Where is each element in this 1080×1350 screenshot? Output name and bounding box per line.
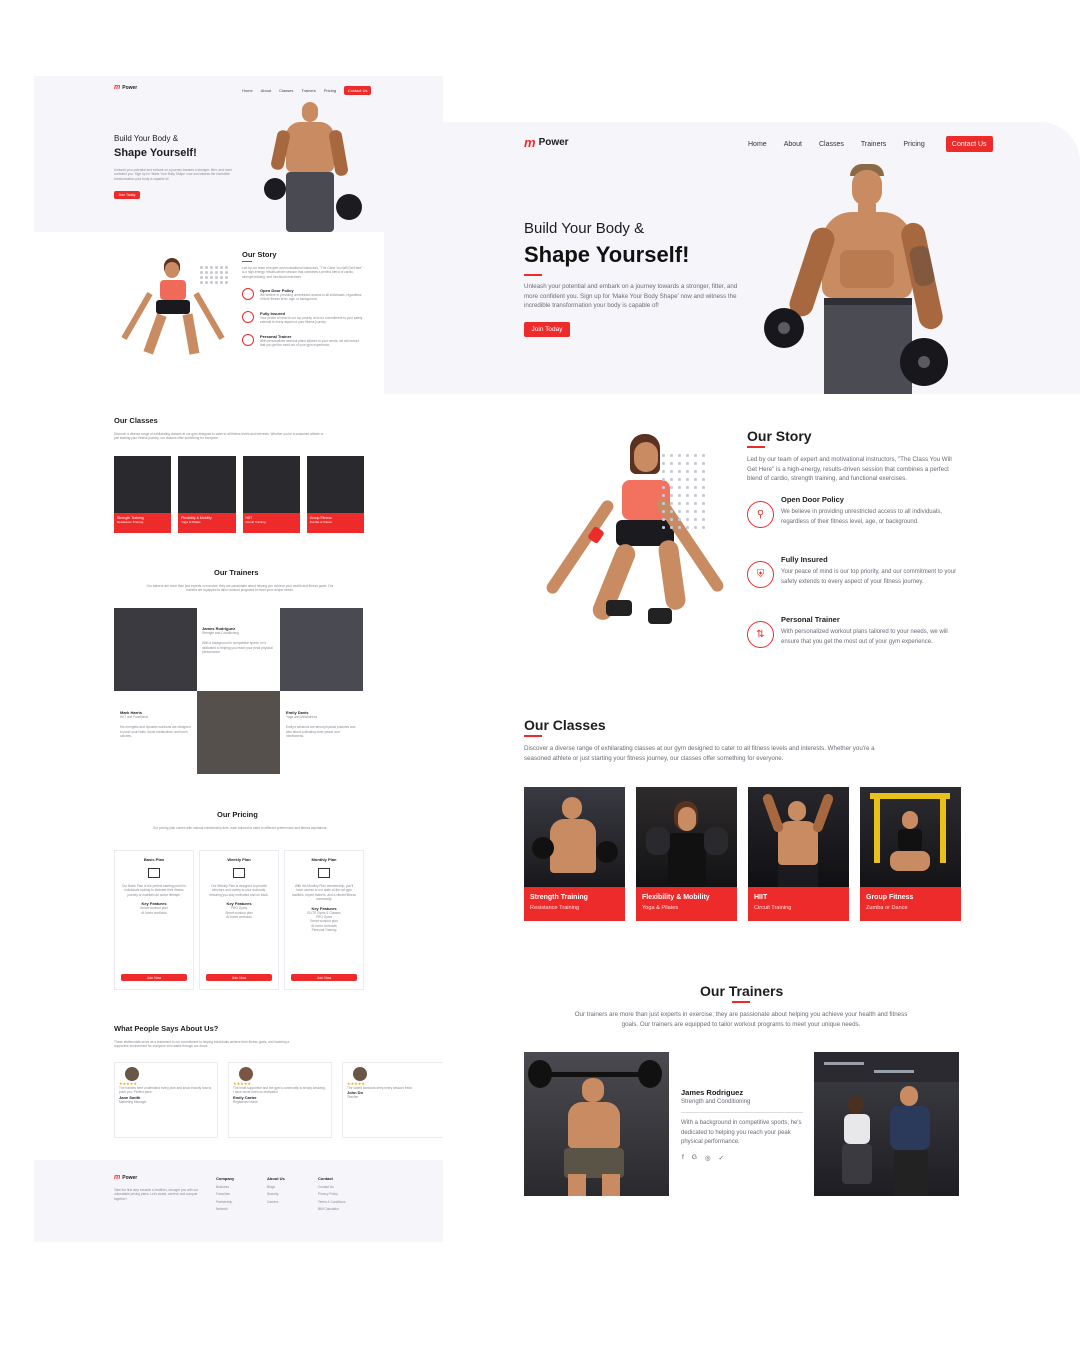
main-nav: Home About Classes Trainers Pricing Cont…	[748, 136, 993, 152]
trainers-title-underline	[732, 1001, 750, 1003]
mini-weekly-join[interactable]: Join Now	[206, 974, 272, 981]
feature-title-open-door: Open Door Policy	[781, 495, 844, 504]
classes-title: Our Classes	[524, 717, 606, 733]
trainer-role-james: Strength and Conditioning	[681, 1099, 751, 1105]
mini-basic-join[interactable]: Join Now	[121, 974, 187, 981]
mini-logo[interactable]: m Power	[114, 84, 137, 91]
mini-testimonials-title: What People Says About Us?	[114, 1024, 219, 1033]
open-door-icon: ⚲	[747, 501, 774, 528]
class-card-strength[interactable]: Strength Training Resistance Training	[524, 787, 625, 921]
story-intro: Led by our team of expert and motivation…	[747, 456, 952, 482]
mini-nav-classes[interactable]: Classes	[279, 88, 293, 93]
nav-about[interactable]: About	[784, 141, 802, 148]
story-title-underline	[747, 446, 765, 448]
classes-desc: Discover a diverse range of exhilarating…	[524, 745, 875, 762]
mini-pricing-title: Our Pricing	[217, 810, 258, 819]
trainer-bio-james: With a background in competitive sports,…	[681, 1120, 802, 1145]
class-card-flexibility[interactable]: Flexibility & Mobility Yoga & Pilates	[636, 787, 737, 921]
mini-story-title: Our Story	[242, 250, 277, 259]
google-icon[interactable]: G	[692, 1154, 697, 1162]
mini-trainer-card-mark: Mark Harris HIIT and Functional His ener…	[120, 710, 191, 739]
mini-trainers-title: Our Trainers	[214, 568, 259, 577]
mini-hero: m Power Home About Classes Trainers Prici…	[34, 76, 443, 232]
mini-classes-title: Our Classes	[114, 416, 158, 425]
nav-classes[interactable]: Classes	[819, 141, 844, 148]
mini-classes-desc: Discover a diverse range of exhilarating…	[114, 432, 324, 441]
trainer-photo-gym	[814, 1052, 959, 1196]
mini-footer-col-contact: Contact Contact Us Privacy Policy Terms …	[318, 1176, 346, 1212]
mini-trainer-photo-3	[197, 691, 280, 774]
class-card-group[interactable]: Group Fitness Zumba or Dance	[860, 787, 961, 921]
mini-trainer-photo-1	[114, 608, 197, 691]
decor-dot-grid	[662, 454, 710, 534]
site-logo[interactable]: m Power	[524, 135, 569, 150]
mini-footer-logo[interactable]: m Power	[114, 1174, 137, 1181]
mini-nav-about[interactable]: About	[261, 88, 271, 93]
mini-hero-title: Shape Yourself!	[114, 147, 197, 159]
logo-text: Power	[538, 137, 569, 148]
hero-kicker: Build Your Body &	[524, 220, 645, 237]
full-page-preview: m Power Home About Classes Trainers Prici…	[34, 76, 443, 1242]
instagram-icon[interactable]: ◎	[705, 1154, 711, 1162]
class-card-hiit[interactable]: HIIT Circuit Training	[748, 787, 849, 921]
mini-pricing-desc: Our pricing plan comes with various memb…	[152, 826, 328, 830]
trainer-divider	[681, 1112, 803, 1113]
feature-desc-trainer: With personalized workout plans tailored…	[781, 629, 948, 645]
mini-nav: Home About Classes Trainers Pricing Cont…	[242, 86, 372, 95]
mini-footer-tagline: Take the first step towards a healthier,…	[114, 1188, 199, 1201]
mini-testimonials-desc: These testimonials serve as a testament …	[114, 1040, 290, 1049]
nav-home[interactable]: Home	[748, 141, 767, 148]
mini-trainers-desc: Our trainers are more than just experts …	[146, 584, 334, 593]
mini-monthly-join[interactable]: Join Now	[291, 974, 357, 981]
trainer-name-james: James Rodriguez	[681, 1088, 744, 1097]
logo-mark-icon: m	[524, 135, 536, 150]
feature-title-trainer: Personal Trainer	[781, 615, 840, 624]
classes-title-underline	[524, 735, 542, 737]
mini-join-button[interactable]: Join Today	[114, 191, 140, 199]
mini-footer-col-company: Company Business Franchise Partnership N…	[216, 1176, 235, 1212]
hero-description: Unleash your potential and embark on a j…	[524, 283, 738, 309]
detail-view: m Power Home About Classes Trainers Pric…	[384, 122, 1080, 1222]
mini-trainer-card-james: James Rodriguez Strength and Conditionin…	[202, 626, 273, 655]
feature-title-insured: Fully Insured	[781, 555, 828, 564]
mini-trainer-photo-2	[280, 608, 363, 691]
mini-pricing-cards: Basic Plan Our Basic Plan is the perfect…	[114, 850, 364, 990]
feature-desc-insured: Your peace of mind is our top priority, …	[781, 569, 957, 585]
mini-hero-athlete-image	[264, 98, 364, 232]
mini-nav-home[interactable]: Home	[242, 88, 253, 93]
hero-title: Shape Yourself!	[524, 242, 690, 267]
mini-nav-trainers[interactable]: Trainers	[301, 88, 316, 93]
hero-section: m Power Home About Classes Trainers Pric…	[384, 122, 1080, 394]
mini-trainer-card-emily: Emily Davis Yoga and Mindfulness Emily's…	[286, 710, 356, 739]
mini-nav-pricing[interactable]: Pricing	[324, 88, 336, 93]
twitter-icon[interactable]: ✓	[719, 1154, 724, 1162]
mini-footer-col-about: About Us Blogs Security Careers	[267, 1176, 285, 1204]
hero-athlete-image	[760, 160, 950, 394]
story-title: Our Story	[747, 428, 812, 444]
feature-desc-open-door: We believe in providing unrestricted acc…	[781, 509, 942, 525]
contact-us-button[interactable]: Contact Us	[945, 136, 993, 152]
trainer-social-links: f G ◎ ✓	[682, 1154, 724, 1162]
hero-title-underline	[524, 274, 542, 276]
trainers-desc: Our trainers are more than just experts …	[574, 1011, 908, 1028]
mini-class-cards: Strength Training Resistance Training Fle…	[114, 456, 364, 533]
shield-icon: ⛨	[747, 561, 774, 588]
mini-hero-kicker: Build Your Body &	[114, 134, 179, 143]
mini-footer: m Power Take the first step towards a hea…	[34, 1160, 443, 1242]
mini-story-features: Open Door Policy We believe in providing …	[242, 288, 364, 347]
mini-contact-button[interactable]: Contact Us	[344, 86, 372, 95]
nav-trainers[interactable]: Trainers	[861, 141, 886, 148]
mini-story-intro: Led by our team of expert and motivation…	[242, 266, 363, 279]
facebook-icon[interactable]: f	[682, 1154, 684, 1162]
join-today-button[interactable]: Join Today	[524, 322, 570, 337]
mini-hero-desc: Unleash your potential and embark on a j…	[114, 168, 233, 181]
trainers-title: Our Trainers	[700, 983, 784, 999]
trainer-icon: ⇅	[747, 621, 774, 648]
nav-pricing[interactable]: Pricing	[903, 141, 924, 148]
trainer-photo-james	[524, 1052, 669, 1196]
